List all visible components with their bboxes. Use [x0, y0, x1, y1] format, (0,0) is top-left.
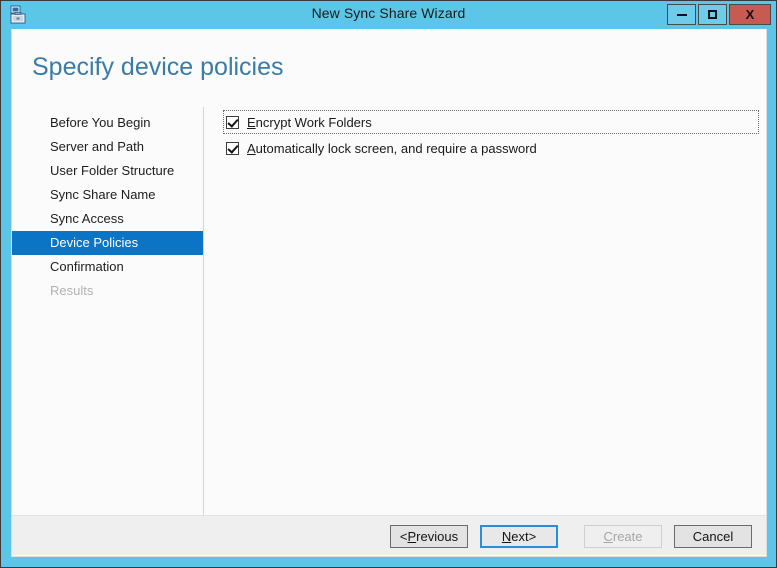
minimize-button[interactable] [667, 4, 696, 25]
encrypt-work-folders-row[interactable]: Encrypt Work Folders [223, 110, 759, 134]
accesskey-a: A [247, 140, 256, 156]
accesskey-c: C [603, 529, 613, 544]
device-policies-options: Encrypt Work Folders Automatically lock … [223, 110, 759, 159]
minimize-icon [676, 13, 687, 16]
next-rest: ext [511, 529, 529, 544]
wizard-steps-nav: Before You Begin Server and Path User Fo… [12, 111, 203, 303]
footer-bar: < Previous Next > Create Cancel [12, 516, 766, 555]
next-button[interactable]: Next > [480, 525, 558, 548]
accesskey-n: N [501, 529, 512, 544]
auto-lock-screen-row[interactable]: Automatically lock screen, and require a… [224, 137, 758, 159]
sidebar-item-results: Results [50, 283, 94, 298]
previous-rest: revious [416, 529, 459, 544]
accesskey-p: P [407, 529, 417, 544]
sidebar-item-before-you-begin[interactable]: Before You Begin [12, 111, 203, 135]
create-button: Create [584, 525, 662, 548]
encrypt-work-folders-checkbox[interactable] [226, 115, 239, 129]
page-title: Specify device policies [32, 53, 284, 81]
maximize-button[interactable] [698, 4, 727, 25]
sidebar-item-user-folder-structure[interactable]: User Folder Structure [12, 159, 203, 183]
title-bar: New Sync Share Wizard X [1, 1, 776, 29]
wizard-window: New Sync Share Wizard X Specify device p… [0, 0, 777, 568]
window-controls: X [667, 4, 771, 25]
auto-lock-screen-checkbox[interactable] [226, 141, 239, 155]
previous-prefix: < [399, 529, 408, 544]
encrypt-work-folders-label[interactable]: Encrypt Work Folders [247, 115, 372, 130]
maximize-icon [708, 10, 717, 19]
sidebar-item-sync-access[interactable]: Sync Access [12, 207, 203, 231]
create-rest: reate [612, 529, 643, 544]
sidebar-item-confirmation[interactable]: Confirmation [12, 255, 203, 279]
client-area: Specify device policies Before You Begin… [11, 29, 767, 557]
close-button[interactable]: X [729, 4, 771, 25]
wizard-buttons: < Previous Next > Create Cancel [378, 525, 752, 548]
previous-button[interactable]: < Previous [390, 525, 468, 548]
auto-lock-screen-text: utomatically lock screen, and require a … [255, 140, 537, 156]
cancel-button[interactable]: Cancel [674, 525, 752, 548]
sidebar-item-sync-share-name[interactable]: Sync Share Name [12, 183, 203, 207]
encrypt-work-folders-text: ncrypt Work Folders [255, 114, 372, 130]
next-suffix: > [528, 529, 537, 544]
window-title: New Sync Share Wizard [311, 5, 466, 21]
accesskey-e: E [247, 114, 256, 130]
nav-divider [203, 107, 204, 521]
auto-lock-screen-label[interactable]: Automatically lock screen, and require a… [247, 141, 537, 156]
sidebar-item-device-policies[interactable]: Device Policies [12, 231, 203, 255]
sidebar-item-server-and-path[interactable]: Server and Path [12, 135, 203, 159]
